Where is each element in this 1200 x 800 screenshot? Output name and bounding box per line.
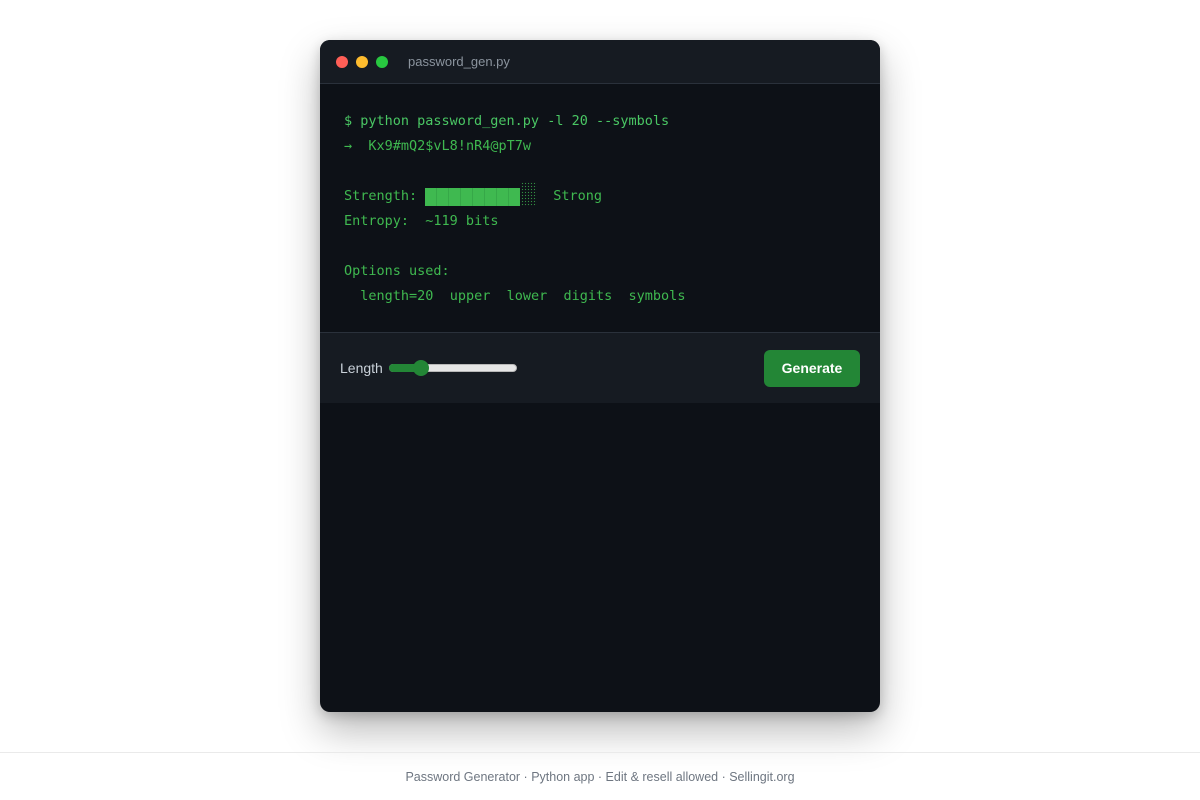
strength-meter <box>425 181 538 206</box>
arrow-icon: → <box>344 138 353 154</box>
options-heading: Options used: <box>344 263 450 279</box>
slider-thumb[interactable] <box>412 360 429 376</box>
option-item: symbols <box>628 288 686 304</box>
app-window: password_gen.py $ python password_gen.py… <box>320 40 880 712</box>
options-list: length=20 upper lower digits symbols <box>344 284 856 309</box>
command-line: $ python password_gen.py -l 20 --symbols <box>344 113 670 129</box>
strength-meter-empty <box>520 181 538 206</box>
generated-password: Kx9#mQ2$vL8!nR4@pT7w <box>368 138 531 154</box>
password-output-line: → Kx9#mQ2$vL8!nR4@pT7w <box>344 134 856 159</box>
strength-line: Strength: Strong <box>344 181 856 209</box>
entropy-line: Entropy: ~119 bits <box>344 209 856 234</box>
strength-text: Strong <box>553 188 603 204</box>
entropy-value: ~119 bits <box>425 213 499 229</box>
strength-label: Strength: <box>344 188 418 204</box>
option-item: length=20 <box>360 288 434 304</box>
minimize-window-button[interactable] <box>356 55 368 68</box>
option-item: upper <box>449 288 491 304</box>
close-window-button[interactable] <box>336 55 348 68</box>
footer: Password Generator · Python app · Edit &… <box>0 752 1200 800</box>
length-slider[interactable] <box>388 360 517 376</box>
length-label: Length <box>340 360 383 376</box>
option-item: lower <box>506 288 548 304</box>
generate-button[interactable]: Generate <box>764 349 860 387</box>
title-bar: password_gen.py <box>320 40 880 84</box>
length-control: Length <box>340 360 517 376</box>
control-bar: Length Generate <box>320 332 880 403</box>
terminal-output: $ python password_gen.py -l 20 --symbols… <box>320 84 880 332</box>
maximize-window-button[interactable] <box>376 55 388 68</box>
entropy-label: Entropy: <box>344 213 410 229</box>
strength-meter-fill <box>425 187 521 206</box>
option-item: digits <box>563 288 613 304</box>
window-title: password_gen.py <box>408 54 510 69</box>
